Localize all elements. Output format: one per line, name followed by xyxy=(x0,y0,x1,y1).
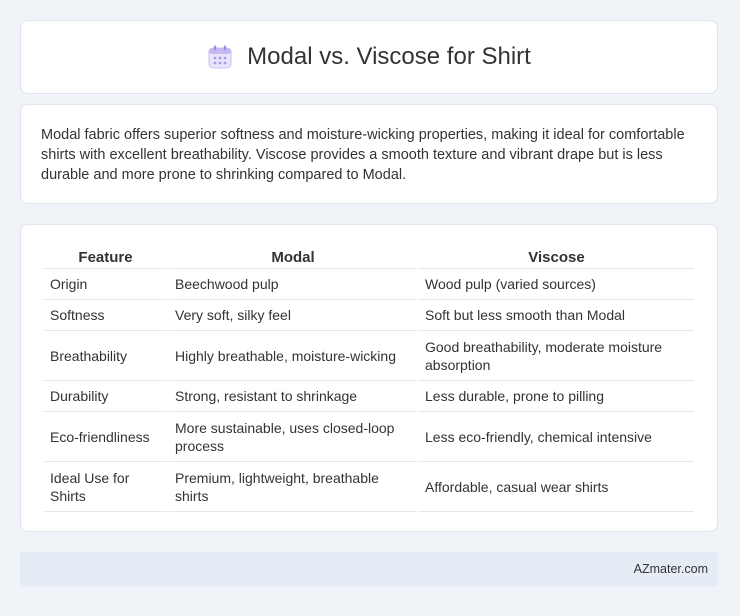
table-cell: Wood pulp (varied sources) xyxy=(419,269,694,300)
footer-brand: AZmater.com xyxy=(633,562,708,576)
table-row: Origin Beechwood pulp Wood pulp (varied … xyxy=(44,269,694,300)
table-cell: Beechwood pulp xyxy=(169,269,417,300)
table-row: Breathability Highly breathable, moistur… xyxy=(44,331,694,381)
title-wrap: Modal vs. Viscose for Shirt xyxy=(207,43,531,71)
footer-bar: AZmater.com xyxy=(20,552,718,586)
table-cell: Durability xyxy=(44,381,167,412)
table-cell: Ideal Use for Shirts xyxy=(44,462,167,512)
table-cell: Origin xyxy=(44,269,167,300)
table-cell: Very soft, silky feel xyxy=(169,300,417,331)
column-header: Viscose xyxy=(419,243,694,269)
table-cell: Softness xyxy=(44,300,167,331)
table-cell: Strong, resistant to shrinkage xyxy=(169,381,417,412)
calendar-icon xyxy=(207,44,233,70)
comparison-table: Feature Modal Viscose Origin Beechwood p… xyxy=(42,243,696,512)
table-cell: Breathability xyxy=(44,331,167,381)
table-cell: Eco-friendliness xyxy=(44,412,167,462)
table-header-row: Feature Modal Viscose xyxy=(44,243,694,269)
table-cell: Less eco-friendly, chemical intensive xyxy=(419,412,694,462)
table-row: Eco-friendliness More sustainable, uses … xyxy=(44,412,694,462)
table-cell: Highly breathable, moisture-wicking xyxy=(169,331,417,381)
description-text: Modal fabric offers superior softness an… xyxy=(41,127,685,183)
table-cell: More sustainable, uses closed-loop proce… xyxy=(169,412,417,462)
table-cell: Premium, lightweight, breathable shirts xyxy=(169,462,417,512)
table-row: Softness Very soft, silky feel Soft but … xyxy=(44,300,694,331)
table-cell: Affordable, casual wear shirts xyxy=(419,462,694,512)
table-cell: Soft but less smooth than Modal xyxy=(419,300,694,331)
description-card: Modal fabric offers superior softness an… xyxy=(20,104,718,204)
table-row: Ideal Use for Shirts Premium, lightweigh… xyxy=(44,462,694,512)
column-header: Feature xyxy=(44,243,167,269)
column-header: Modal xyxy=(169,243,417,269)
title-card: Modal vs. Viscose for Shirt xyxy=(20,20,718,94)
page-title: Modal vs. Viscose for Shirt xyxy=(247,43,531,70)
table-row: Durability Strong, resistant to shrinkag… xyxy=(44,381,694,412)
comparison-card: Feature Modal Viscose Origin Beechwood p… xyxy=(20,224,718,532)
table-cell: Good breathability, moderate moisture ab… xyxy=(419,331,694,381)
table-cell: Less durable, prone to pilling xyxy=(419,381,694,412)
